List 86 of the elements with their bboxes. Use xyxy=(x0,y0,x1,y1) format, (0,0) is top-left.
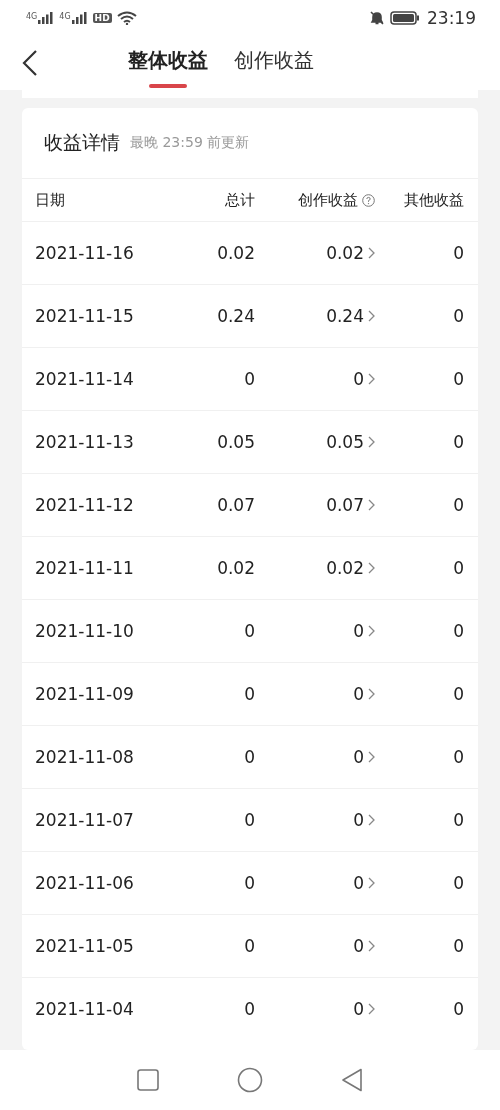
other-cell-text: 0 xyxy=(452,747,464,767)
chevron-right-icon xyxy=(368,373,375,385)
creation-cell[interactable]: 0.02 xyxy=(326,558,364,578)
total-cell-text: 0.07 xyxy=(216,495,255,515)
chevron-right-icon xyxy=(368,247,375,259)
creation-cell[interactable]: 0.07 xyxy=(326,495,364,515)
hd-label: HD xyxy=(92,13,112,23)
chevron-right-icon xyxy=(368,310,375,322)
network-label: 4G xyxy=(59,12,71,21)
card-title: 收益详情 xyxy=(44,130,120,155)
chevron-right-icon xyxy=(368,751,375,763)
other-cell-text: 0 xyxy=(452,810,464,830)
total-cell-text: 0 xyxy=(243,747,255,767)
creation-cell[interactable]: 0 xyxy=(353,684,364,704)
chevron-right-icon xyxy=(368,940,375,952)
other-cell-text: 0 xyxy=(452,243,464,263)
creation-cell[interactable]: 0 xyxy=(353,621,364,641)
help-icon[interactable] xyxy=(362,193,375,207)
date-cell-text: 2021-11-15 xyxy=(35,306,135,326)
total-cell-text: 0 xyxy=(243,999,255,1019)
total-cell-text: 0.02 xyxy=(216,558,255,578)
other-cell-text: 0 xyxy=(452,621,464,641)
creation-cell[interactable]: 0 xyxy=(353,369,364,389)
chevron-right-icon xyxy=(368,436,375,448)
creation-cell[interactable]: 0.05 xyxy=(326,432,364,452)
date-cell-text: 2021-11-16 xyxy=(35,243,135,263)
other-cell-text: 0 xyxy=(452,306,464,326)
signal-icon xyxy=(38,12,55,24)
total-cell-text: 0 xyxy=(243,810,255,830)
creation-cell[interactable]: 0 xyxy=(353,936,364,956)
creation-cell[interactable]: 0.24 xyxy=(326,306,364,326)
other-cell-text: 0 xyxy=(452,432,464,452)
date-cell-text: 2021-11-08 xyxy=(35,747,135,767)
total-cell-text: 0.24 xyxy=(216,306,255,326)
total-cell-text: 0.02 xyxy=(216,243,255,263)
tab[interactable]: 整体收益 xyxy=(128,38,208,88)
other-cell-text: 0 xyxy=(452,873,464,893)
network-label: 4G xyxy=(26,12,38,21)
column-header: 其他收益 xyxy=(403,190,464,210)
total-cell-text: 0 xyxy=(243,369,255,389)
date-cell-text: 2021-11-04 xyxy=(35,999,135,1019)
date-cell-text: 2021-11-07 xyxy=(35,810,135,830)
signal-icon xyxy=(71,12,88,24)
status-time: 23:19 xyxy=(427,8,476,28)
column-header: 创作收益 xyxy=(298,190,358,210)
date-cell-text: 2021-11-06 xyxy=(35,873,135,893)
chevron-right-icon xyxy=(368,625,375,637)
column-header: 日期 xyxy=(35,190,66,210)
home-icon[interactable] xyxy=(237,1067,263,1093)
date-cell-text: 2021-11-13 xyxy=(35,432,135,452)
other-cell-text: 0 xyxy=(452,369,464,389)
date-cell-text: 2021-11-12 xyxy=(35,495,135,515)
creation-cell[interactable]: 0 xyxy=(353,747,364,767)
chevron-right-icon xyxy=(368,877,375,889)
tab[interactable]: 创作收益 xyxy=(234,38,314,88)
chevron-right-icon xyxy=(368,688,375,700)
back-icon[interactable] xyxy=(341,1068,363,1092)
wifi-icon xyxy=(116,11,137,25)
chevron-right-icon xyxy=(368,1003,375,1015)
creation-cell[interactable]: 0 xyxy=(353,810,364,830)
other-cell-text: 0 xyxy=(452,495,464,515)
battery-icon xyxy=(390,11,420,25)
column-header: 总计 xyxy=(224,190,255,210)
other-cell-text: 0 xyxy=(452,936,464,956)
muted-bell-icon xyxy=(369,10,385,26)
other-cell-text: 0 xyxy=(452,558,464,578)
update-note: 最晚 23:59 前更新 xyxy=(130,134,250,152)
total-cell-text: 0 xyxy=(243,684,255,704)
total-cell-text: 0.05 xyxy=(216,432,255,452)
date-cell-text: 2021-11-11 xyxy=(35,558,135,578)
date-cell-text: 2021-11-09 xyxy=(35,684,135,704)
chevron-right-icon xyxy=(368,562,375,574)
creation-cell[interactable]: 0.02 xyxy=(326,243,364,263)
date-cell-text: 2021-11-10 xyxy=(35,621,135,641)
recent-apps-icon[interactable] xyxy=(137,1069,159,1091)
chevron-right-icon xyxy=(368,814,375,826)
creation-cell[interactable]: 0 xyxy=(353,999,364,1019)
total-cell-text: 0 xyxy=(243,873,255,893)
total-cell-text: 0 xyxy=(243,936,255,956)
other-cell-text: 0 xyxy=(452,684,464,704)
date-cell-text: 2021-11-14 xyxy=(35,369,135,389)
total-cell-text: 0 xyxy=(243,621,255,641)
other-cell-text: 0 xyxy=(452,999,464,1019)
creation-cell[interactable]: 0 xyxy=(353,873,364,893)
date-cell-text: 2021-11-05 xyxy=(35,936,135,956)
chevron-right-icon xyxy=(368,499,375,511)
